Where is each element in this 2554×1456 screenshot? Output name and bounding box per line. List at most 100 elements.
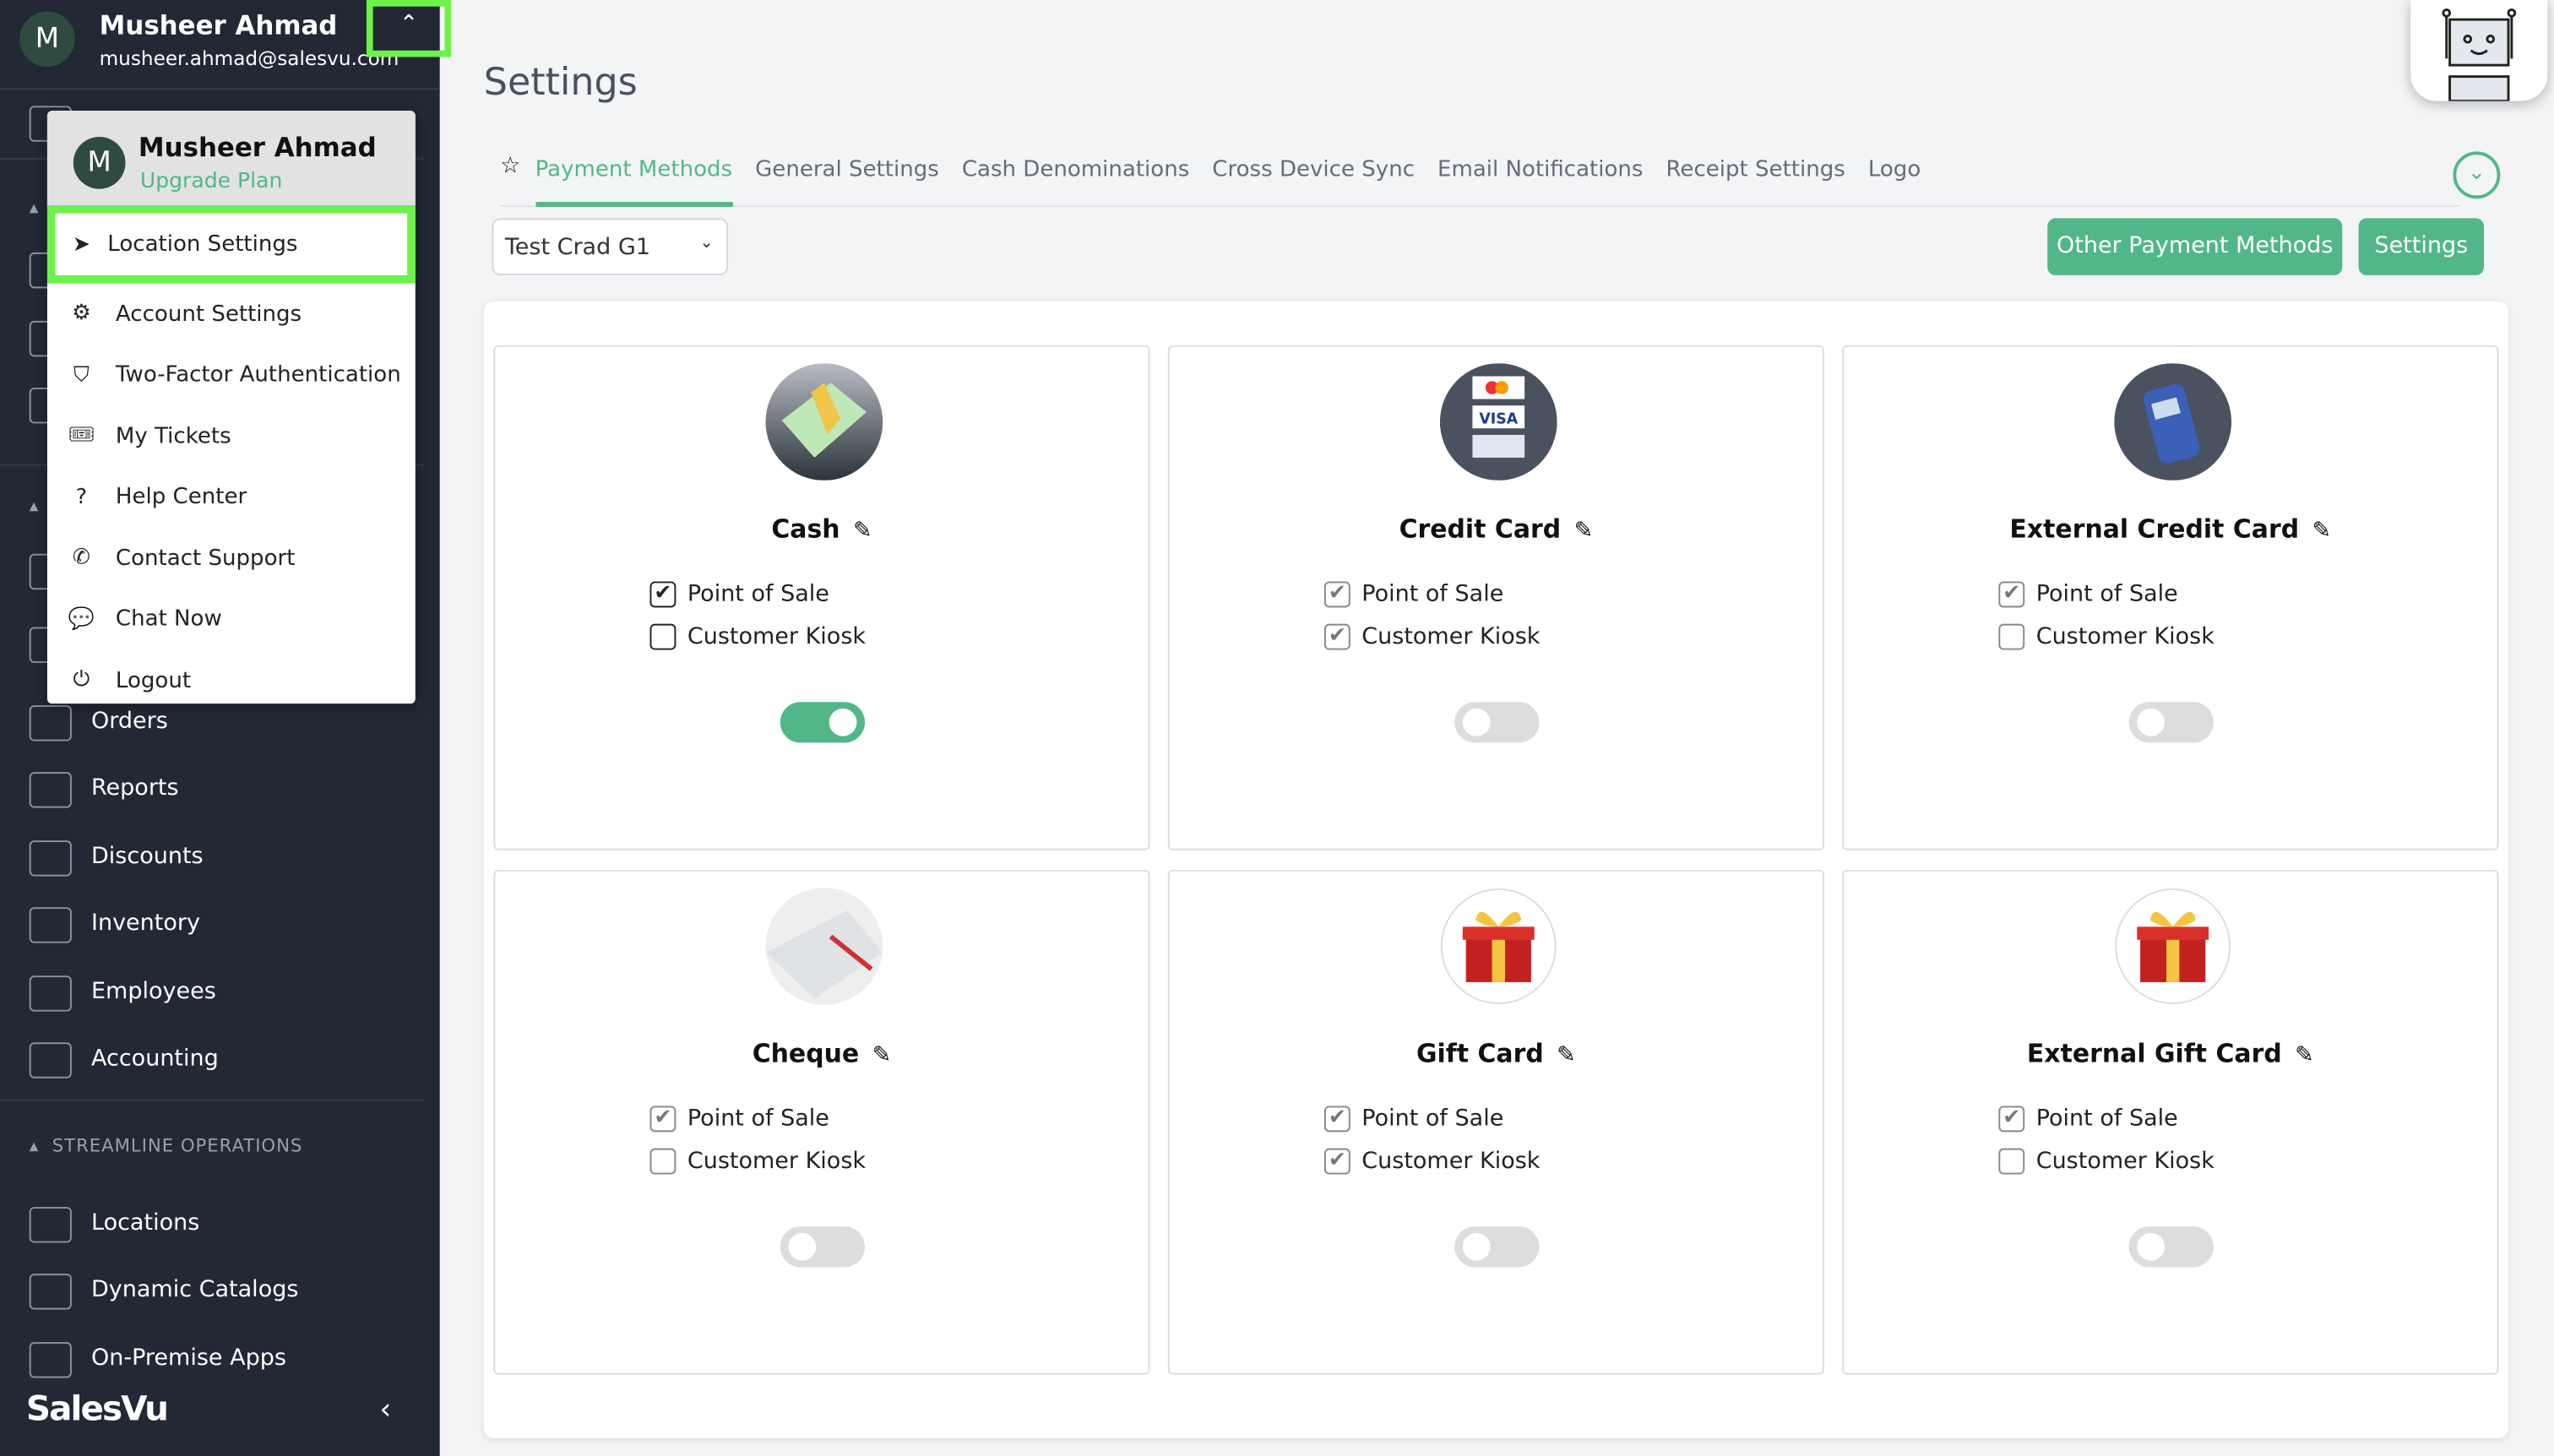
menu-item-chat-now[interactable]: 💬 Chat Now — [47, 589, 416, 649]
tab-receipt-settings[interactable]: Receipt Settings — [1666, 147, 1845, 205]
sidebar-item-accounting[interactable]: Accounting — [0, 1033, 440, 1089]
tab-logo[interactable]: Logo — [1868, 147, 1921, 205]
customer-kiosk-checkbox[interactable]: ✔ Customer Kiosk — [1323, 1148, 1541, 1175]
user-dropdown-menu: M Musheer Ahmad Upgrade Plan ➤ Location S… — [46, 111, 416, 704]
checkbox-label: Point of Sale — [1361, 581, 1504, 608]
payment-method-label: Cheque — [752, 1039, 860, 1069]
collapse-sidebar-chevron-icon[interactable]: ‹ — [379, 1393, 391, 1427]
user-name: Musheer Ahmad — [99, 9, 338, 41]
sidebar-item-inventory[interactable]: Inventory — [0, 898, 440, 953]
enable-toggle[interactable] — [1454, 702, 1540, 743]
card-terminal-icon — [2114, 363, 2232, 481]
customer-kiosk-checkbox[interactable]: Customer Kiosk — [1998, 1148, 2214, 1175]
ticket-icon: 🎟 — [68, 423, 95, 448]
gift-icon — [1440, 888, 1557, 1005]
location-select[interactable]: Test Crad G1 ⌄ — [492, 218, 729, 275]
edit-icon[interactable]: ✎ — [2295, 1042, 2314, 1068]
star-icon[interactable]: ☆ — [500, 147, 520, 205]
tab-payment-methods[interactable]: Payment Methods — [535, 147, 733, 207]
customer-kiosk-checkbox[interactable]: Customer Kiosk — [649, 1148, 866, 1175]
gear-icon: ⚙ — [72, 302, 91, 327]
sidebar-item-locations[interactable]: Locations — [0, 1197, 440, 1252]
edit-icon[interactable]: ✎ — [1557, 1042, 1576, 1068]
checkbox-checked[interactable]: ✔ — [1323, 1148, 1350, 1175]
edit-icon[interactable]: ✎ — [872, 1042, 892, 1068]
tab-cross-device-sync[interactable]: Cross Device Sync — [1212, 147, 1415, 205]
menu-item-location-settings[interactable]: ➤ Location Settings — [46, 204, 416, 284]
menu-item-label: Help Center — [115, 484, 247, 511]
checkbox-label: Point of Sale — [2035, 581, 2178, 608]
toggle-knob — [829, 708, 857, 736]
sidebar-item-reports[interactable]: Reports — [0, 763, 440, 818]
customer-kiosk-checkbox[interactable]: ✔ Customer Kiosk — [1323, 623, 1540, 650]
section-streamline-operations[interactable]: ▴ STREAMLINE OPERATIONS — [30, 1135, 303, 1156]
enable-toggle[interactable] — [780, 1226, 866, 1268]
customer-kiosk-checkbox[interactable]: Customer Kiosk — [649, 623, 866, 650]
point-of-sale-checkbox[interactable]: ✔ Point of Sale — [649, 581, 829, 608]
chat-bubble-icon: 💬 — [68, 606, 95, 632]
caret-up-icon[interactable]: ▴ — [30, 197, 40, 218]
toggle-knob — [1462, 1232, 1491, 1261]
edit-icon[interactable]: ✎ — [1574, 518, 1594, 544]
customer-kiosk-checkbox[interactable]: Customer Kiosk — [1998, 623, 2214, 650]
enable-toggle[interactable] — [1454, 1226, 1540, 1268]
sidebar-item-discounts[interactable]: Discounts — [0, 831, 440, 887]
user-menu-collapse-button[interactable]: ⌃ — [366, 0, 452, 57]
checkbox-unchecked[interactable] — [1998, 1148, 2025, 1175]
nav-icon — [29, 772, 72, 808]
enable-toggle[interactable] — [2128, 1226, 2214, 1268]
edit-icon[interactable]: ✎ — [853, 518, 872, 544]
point-of-sale-checkbox[interactable]: ✔ Point of Sale — [1323, 581, 1504, 608]
sidebar-item-employees[interactable]: Employees — [0, 966, 440, 1022]
nav-icon — [29, 907, 72, 943]
enable-toggle[interactable] — [780, 702, 866, 743]
avatar: M — [73, 136, 126, 189]
other-payment-methods-button[interactable]: Other Payment Methods — [2047, 218, 2343, 275]
settings-button[interactable]: Settings — [2358, 218, 2485, 275]
point-of-sale-checkbox[interactable]: ✔ Point of Sale — [649, 1106, 829, 1133]
checkbox-unchecked[interactable] — [649, 1148, 677, 1175]
checkbox-checked[interactable]: ✔ — [1323, 623, 1350, 650]
chevron-up-icon: ⌃ — [399, 11, 419, 38]
toggle-knob — [2137, 708, 2165, 736]
shield-icon: ⛉ — [73, 362, 90, 388]
payment-method-name: Cash ✎ — [495, 514, 1148, 544]
chevron-down-circle-icon[interactable]: ⌄ — [2453, 151, 2501, 199]
section-label: STREAMLINE OPERATIONS — [52, 1135, 303, 1157]
tab-cash-denominations[interactable]: Cash Denominations — [962, 147, 1189, 205]
sidebar-item-label: Accounting — [90, 1046, 219, 1072]
edit-icon[interactable]: ✎ — [2312, 518, 2332, 544]
tab-general-settings[interactable]: General Settings — [755, 147, 939, 205]
menu-item-contact-support[interactable]: ✆ Contact Support — [47, 528, 416, 589]
sidebar-item-label: Discounts — [90, 843, 204, 870]
sidebar-item-dynamic-catalogs[interactable]: Dynamic Catalogs — [0, 1264, 440, 1320]
checkbox-unchecked[interactable] — [1998, 623, 2025, 650]
tab-email-notifications[interactable]: Email Notifications — [1437, 147, 1643, 205]
menu-item-account-settings[interactable]: ⚙ Account Settings — [47, 284, 416, 345]
checkbox-checked[interactable]: ✔ — [1323, 1106, 1350, 1133]
checkbox-unchecked[interactable] — [649, 623, 677, 650]
chatbot-robot-icon[interactable] — [2410, 0, 2548, 103]
checkbox-checked[interactable]: ✔ — [649, 581, 677, 608]
page-title: Settings — [483, 62, 638, 105]
enable-toggle[interactable] — [2128, 702, 2214, 743]
menu-item-two-factor-authentication[interactable]: ⛉ Two-Factor Authentication — [47, 345, 416, 405]
point-of-sale-checkbox[interactable]: ✔ Point of Sale — [1998, 581, 2178, 608]
checkbox-label: Customer Kiosk — [2035, 1148, 2214, 1175]
point-of-sale-checkbox[interactable]: ✔ Point of Sale — [1323, 1106, 1503, 1133]
menu-item-my-tickets[interactable]: 🎟 My Tickets — [47, 405, 416, 466]
menu-item-help-center[interactable]: ? Help Center — [47, 467, 416, 528]
divider — [0, 1099, 424, 1101]
sidebar-item-on-premise-apps[interactable]: On-Premise Apps — [0, 1333, 440, 1388]
menu-item-logout[interactable]: ⏻ Logout — [47, 649, 416, 710]
caret-up-icon[interactable]: ▴ — [30, 495, 40, 516]
checkbox-checked[interactable]: ✔ — [1998, 1106, 2025, 1133]
payment-method-name: Gift Card ✎ — [1170, 1039, 1823, 1068]
point-of-sale-checkbox[interactable]: ✔ Point of Sale — [1998, 1106, 2178, 1133]
upgrade-plan-link[interactable]: Upgrade Plan — [140, 170, 283, 194]
checkbox-checked[interactable]: ✔ — [649, 1106, 677, 1133]
menu-item-label: Contact Support — [115, 545, 296, 572]
checkbox-checked[interactable]: ✔ — [1998, 581, 2025, 608]
checkbox-checked[interactable]: ✔ — [1323, 581, 1350, 608]
checkbox-label: Customer Kiosk — [1361, 1148, 1541, 1175]
